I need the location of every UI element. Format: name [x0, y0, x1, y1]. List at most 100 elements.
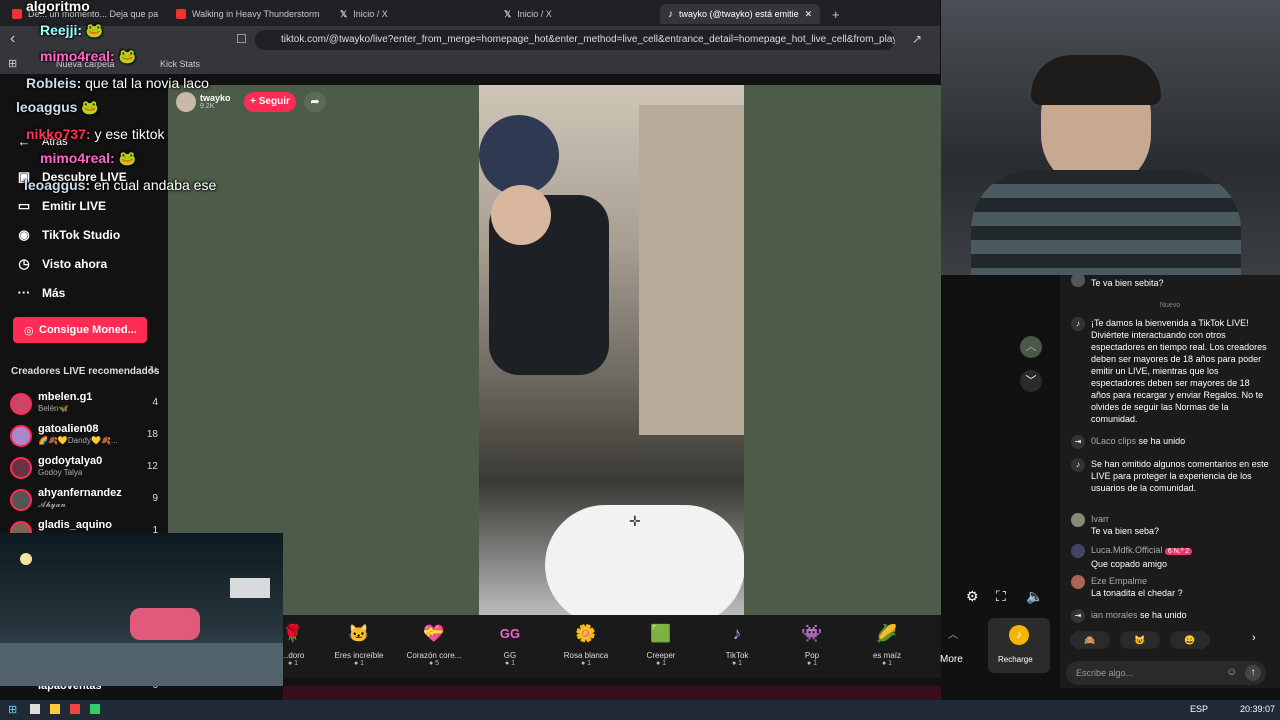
language-indicator[interactable]: ESP — [1190, 704, 1208, 714]
taskbar-app-icon[interactable] — [90, 704, 100, 714]
message-user[interactable]: Ivarr — [1091, 513, 1271, 525]
avatar — [10, 425, 32, 447]
creator-item[interactable]: mbelen.g1 Belén🦋 4 — [10, 391, 158, 421]
creator-item[interactable]: ahyanfernandez 𝓐𝓱𝔂𝓪𝓷 9 — [10, 487, 158, 517]
url-field[interactable]: tiktok.com/@twayko/live?enter_from_merge… — [255, 30, 895, 50]
new-divider: Nuevo — [1159, 302, 1181, 309]
gift-item[interactable]: ♪ TikTok ● 1 — [702, 621, 772, 667]
gift-price: ● 1 — [881, 660, 893, 667]
gift-more-label[interactable]: More — [940, 654, 963, 665]
sidebar-item-go-live[interactable]: ▭ Emitir LIVE — [16, 198, 106, 214]
creator-subtitle: 𝓐𝓱𝔂𝓪𝓷 — [38, 500, 66, 509]
chat-message: ⇥ ian morales se ha unido — [1071, 609, 1271, 623]
settings-icon[interactable]: ⚙ — [966, 588, 979, 605]
viewer-count: 9 — [152, 493, 158, 504]
volume-icon[interactable]: 🔈 — [1026, 588, 1043, 605]
chevron-down-icon[interactable]: ﹀ — [1020, 370, 1042, 392]
avatar — [10, 457, 32, 479]
video-figure-face — [491, 185, 551, 245]
taskbar-app-icon[interactable] — [30, 704, 40, 714]
rain-video-overlay — [0, 533, 283, 686]
viewer-count: 12 — [146, 461, 158, 472]
creator-subtitle: 🌈🍂💛Dandy💛🍂... — [38, 436, 118, 445]
video-figure-hat — [479, 115, 559, 195]
bookmark-icon[interactable]: ☐ — [236, 32, 247, 46]
message-user[interactable]: 0Laco clips — [1091, 436, 1136, 446]
chat-message: ⇥ 0Laco clips se ha unido — [1071, 435, 1271, 449]
chevron-right-icon[interactable]: › — [1252, 632, 1256, 644]
clock[interactable]: 20:39:07 — [1240, 704, 1275, 714]
gift-price-value: 1 — [738, 660, 743, 667]
gift-icon: 👾 — [801, 624, 823, 643]
tab-label: Inicio / X — [353, 9, 388, 19]
refresh-icon[interactable]: ↻ — [149, 365, 157, 376]
gift-item[interactable]: 🌽 es maíz ● 1 — [852, 621, 922, 667]
back-arrow-icon[interactable]: ‹ — [10, 30, 15, 48]
sidebar-item-more[interactable]: ··· Más — [16, 285, 66, 301]
follow-button[interactable]: + Seguir — [244, 92, 296, 112]
creator-name: gladis_aquino — [38, 519, 112, 531]
creator-subtitle: Godoy Talya — [38, 468, 83, 477]
browser-tab[interactable]: Walking in Heavy Thunderstorm — [168, 4, 328, 24]
apps-icon[interactable]: ⊞ — [8, 57, 17, 70]
windows-start-icon[interactable]: ⊞ — [8, 703, 17, 716]
tiktok-icon: ♪ — [1071, 458, 1085, 472]
sidebar-item-studio[interactable]: ◉ TikTok Studio — [16, 227, 120, 243]
folder-icon[interactable] — [50, 704, 60, 714]
quick-emoji-button[interactable]: 🙈 — [1070, 631, 1110, 649]
fullscreen-icon[interactable]: ⛶ — [996, 588, 1006, 605]
tab-label: twayko (@twayko) está emitie — [679, 9, 799, 19]
live-video[interactable]: ✛ — [479, 85, 744, 615]
sidebar-item-label: TikTok Studio — [42, 228, 121, 242]
browser-tab-active[interactable]: ♪ twayko (@twayko) está emitie ✕ — [660, 4, 820, 24]
message-user[interactable]: ian morales — [1091, 610, 1138, 620]
chevron-up-icon[interactable]: ︿ — [1020, 336, 1042, 358]
share-icon[interactable]: ↗ — [912, 32, 922, 46]
bookmark-item[interactable]: Kick Stats — [160, 59, 200, 69]
overlay-text: 🐸 — [81, 99, 99, 115]
browser-tab[interactable]: 𝕏 Inicio / X — [332, 4, 492, 24]
recommended-title: Creadores LIVE recomendados — [11, 366, 160, 377]
overlay-chat-line: leoaggus: en cual andaba ese — [24, 177, 216, 193]
gift-price-value: 1 — [813, 660, 818, 667]
gift-item[interactable]: 🌼 Rosa blanca ● 1 — [551, 621, 621, 667]
gift-icon: GG — [499, 626, 521, 641]
gift-price: ● 5 — [428, 660, 440, 667]
webcam-shirt — [971, 170, 1241, 275]
streamer-name[interactable]: twayko — [200, 93, 231, 103]
avatar — [1071, 544, 1085, 558]
close-icon[interactable]: ✕ — [805, 9, 813, 20]
sidebar-item-watching[interactable]: ◷ Visto ahora — [16, 256, 107, 272]
quick-emoji-button[interactable]: 😀 — [1170, 631, 1210, 649]
browser-tab[interactable]: 𝕏 Inicio / X — [496, 4, 656, 24]
gift-item[interactable]: 🐱 Eres increíble ● 1 — [324, 621, 394, 667]
gift-item[interactable]: GG GG ● 1 — [475, 621, 545, 667]
chat-panel: Te va bien sebita? Nuevo ♪ ¡Te damos la b… — [1060, 273, 1280, 688]
message-user[interactable]: Eze Empalme — [1091, 575, 1271, 587]
sidebar-item-label: Emitir LIVE — [42, 199, 107, 213]
quick-emoji-button[interactable]: 😺 — [1120, 631, 1160, 649]
x-icon: 𝕏 — [504, 8, 512, 19]
creator-item[interactable]: gatoalien08 🌈🍂💛Dandy💛🍂... 18 — [10, 423, 158, 453]
browser-icon[interactable] — [70, 704, 80, 714]
gift-price-value: 1 — [888, 660, 893, 667]
new-tab-button[interactable]: + — [824, 4, 844, 24]
share-icon[interactable]: ➦ — [304, 92, 326, 112]
gift-price: ● 1 — [504, 660, 516, 667]
gift-item[interactable]: 🟩 Creeper ● 1 — [626, 621, 696, 667]
streamer-avatar[interactable] — [176, 92, 196, 112]
send-icon[interactable]: ↑ — [1245, 665, 1261, 681]
emoji-icon[interactable]: ☺ — [1226, 666, 1237, 678]
message-user[interactable]: Luca.Mdfk.Official — [1091, 545, 1162, 555]
tiktok-icon: ♪ — [668, 8, 673, 20]
more-icon: ··· — [17, 285, 31, 300]
gift-item[interactable]: 👾 Pop ● 1 — [777, 621, 847, 667]
overlay-user: Reejji: — [40, 22, 83, 38]
gift-item[interactable]: 💝 Corazón core... ● 5 — [399, 621, 469, 667]
message-text: se ha unido — [1138, 436, 1186, 446]
overlay-text: 🐸 — [118, 48, 137, 64]
overlay-text: en cual andaba ese — [94, 177, 217, 193]
creator-item[interactable]: godoytalya0 Godoy Talya 12 — [10, 455, 158, 485]
chat-message: ♪ ¡Te damos la bienvenida a TikTok LIVE! … — [1071, 317, 1271, 425]
gift-name: es maíz — [872, 651, 901, 660]
